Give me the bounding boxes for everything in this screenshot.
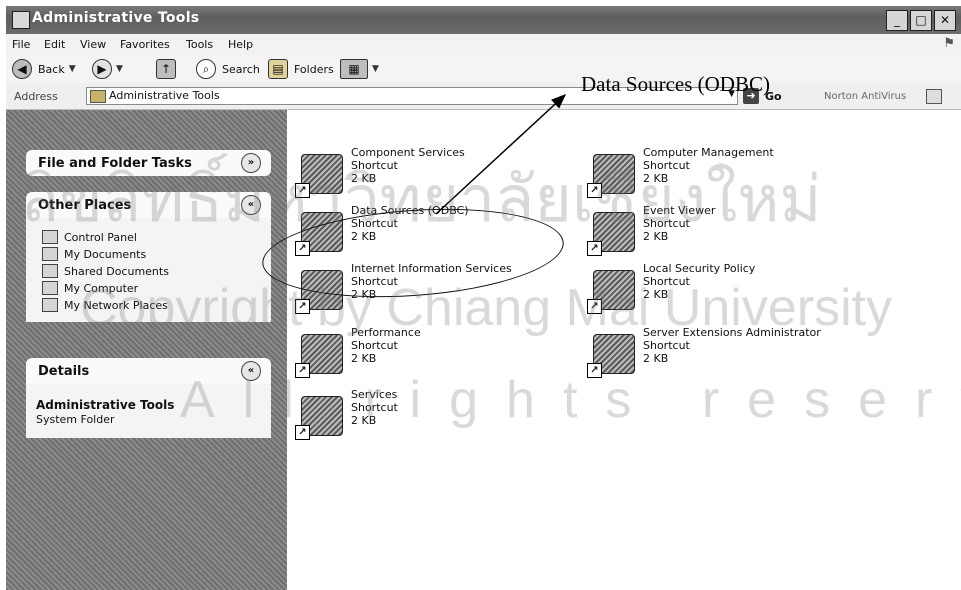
annotation-arrow-icon — [435, 93, 567, 215]
